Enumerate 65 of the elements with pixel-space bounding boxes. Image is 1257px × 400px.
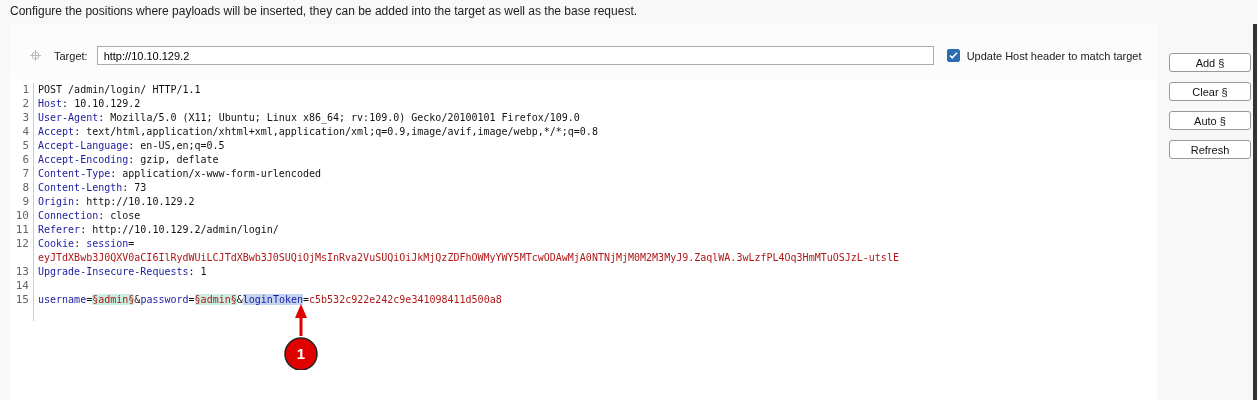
line-number: 15 [10, 293, 34, 307]
update-host-checkbox[interactable] [946, 49, 960, 62]
line-number: 7 [10, 167, 34, 181]
code-text: : http://10.10.129.2 [74, 196, 195, 207]
header-name: Cookie [38, 238, 75, 249]
line-number: 14 [10, 279, 34, 293]
code-text: : Mozilla/5.0 (X11; Ubuntu; Linux x86_64; rv:109.0) Gecko/20100101 Firefox/109.0 [98, 112, 580, 123]
code-text: POST /admin/login/ HTTP/1.1 [38, 84, 201, 95]
code-text: : 10.10.129.2 [62, 98, 141, 109]
code-text: : application/x-www-form-urlencoded [110, 168, 321, 179]
line-number: 3 [10, 111, 34, 125]
code-text: : gzip, deflate [128, 154, 219, 165]
action-button[interactable]: Auto § [1169, 111, 1251, 130]
parameter-name: session [86, 238, 129, 249]
code-text: = [303, 294, 310, 305]
parameter-value: c5b532c922e242c9e341098411d500a8 [309, 294, 502, 305]
line-number: 5 [10, 139, 34, 153]
header-name: Host [38, 98, 63, 109]
code-text: : text/html,application/xhtml+xml,application/xml;q=0.9,image/avif,image/webp,*/*;q=0.8 [74, 126, 598, 137]
action-button[interactable]: Clear § [1169, 82, 1251, 101]
code-text: & [134, 294, 141, 305]
callout-number: 1 [295, 345, 307, 362]
code-text: & [236, 294, 243, 305]
header-name: Accept [38, 126, 75, 137]
header-name: Referer [38, 224, 81, 235]
target-field[interactable]: http://10.10.129.2 [96, 46, 934, 65]
line-number: 13 [10, 265, 34, 279]
line-number: 10 [10, 209, 34, 223]
parameter-name: username [38, 294, 87, 305]
parameter-value: eyJTdXBwb3J0QXV0aCI6IlRydWUiLCJTdXBwb3J0SUQiOjMsInRva2VuSUQiOiJkMjQzZDFhOWMyYWY5MTcwODAwMjA0NTNjMjM0M2M3MyJ9.ZaqlWA.3wLzfPL4Oq3HmMTuOSJzL-utslE [38, 252, 899, 263]
selected-text: loginToken [242, 294, 303, 305]
header-name: User-Agent [38, 112, 99, 123]
line-number: 9 [10, 195, 34, 209]
line-number: 8 [10, 181, 34, 195]
description-text: Configure the positions where payloads will be inserted, they can be added into the target as well as the base request. [9, 3, 639, 20]
code-text: : http://10.10.129.2/admin/login/ [80, 224, 279, 235]
line-number: 2 [10, 97, 34, 111]
action-button[interactable]: Add § [1169, 53, 1251, 72]
code-text: = [128, 238, 135, 249]
crosshair-icon [30, 50, 41, 61]
payload-marker: §admin§ [194, 294, 237, 305]
code-text: = [188, 294, 195, 305]
header-name: Accept-Language [38, 140, 129, 151]
update-host-label: Update Host header to match target [966, 49, 1142, 62]
header-name: Upgrade-Insecure-Requests [38, 266, 189, 277]
code-text: = [86, 294, 93, 305]
code-text: : 1 [188, 266, 207, 277]
parameter-name: password [140, 294, 189, 305]
code-text: : close [98, 210, 141, 221]
header-name: Origin [38, 196, 75, 207]
action-button[interactable]: Refresh [1169, 140, 1251, 159]
code-text: : [74, 238, 82, 249]
header-name: Content-Length [38, 182, 123, 193]
header-name: Accept-Encoding [38, 154, 129, 165]
header-name: Content-Type [38, 168, 111, 179]
code-text: : en-US,en;q=0.5 [128, 140, 225, 151]
payload-marker: §admin§ [92, 294, 135, 305]
line-number: 1 [10, 83, 34, 97]
target-label: Target: [54, 49, 88, 62]
code-text: : 73 [122, 182, 147, 193]
header-name: Connection [38, 210, 99, 221]
line-number: 4 [10, 125, 34, 139]
line-number: 6 [10, 153, 34, 167]
line-number: 11 [10, 223, 34, 237]
line-number: 12 [10, 237, 34, 251]
